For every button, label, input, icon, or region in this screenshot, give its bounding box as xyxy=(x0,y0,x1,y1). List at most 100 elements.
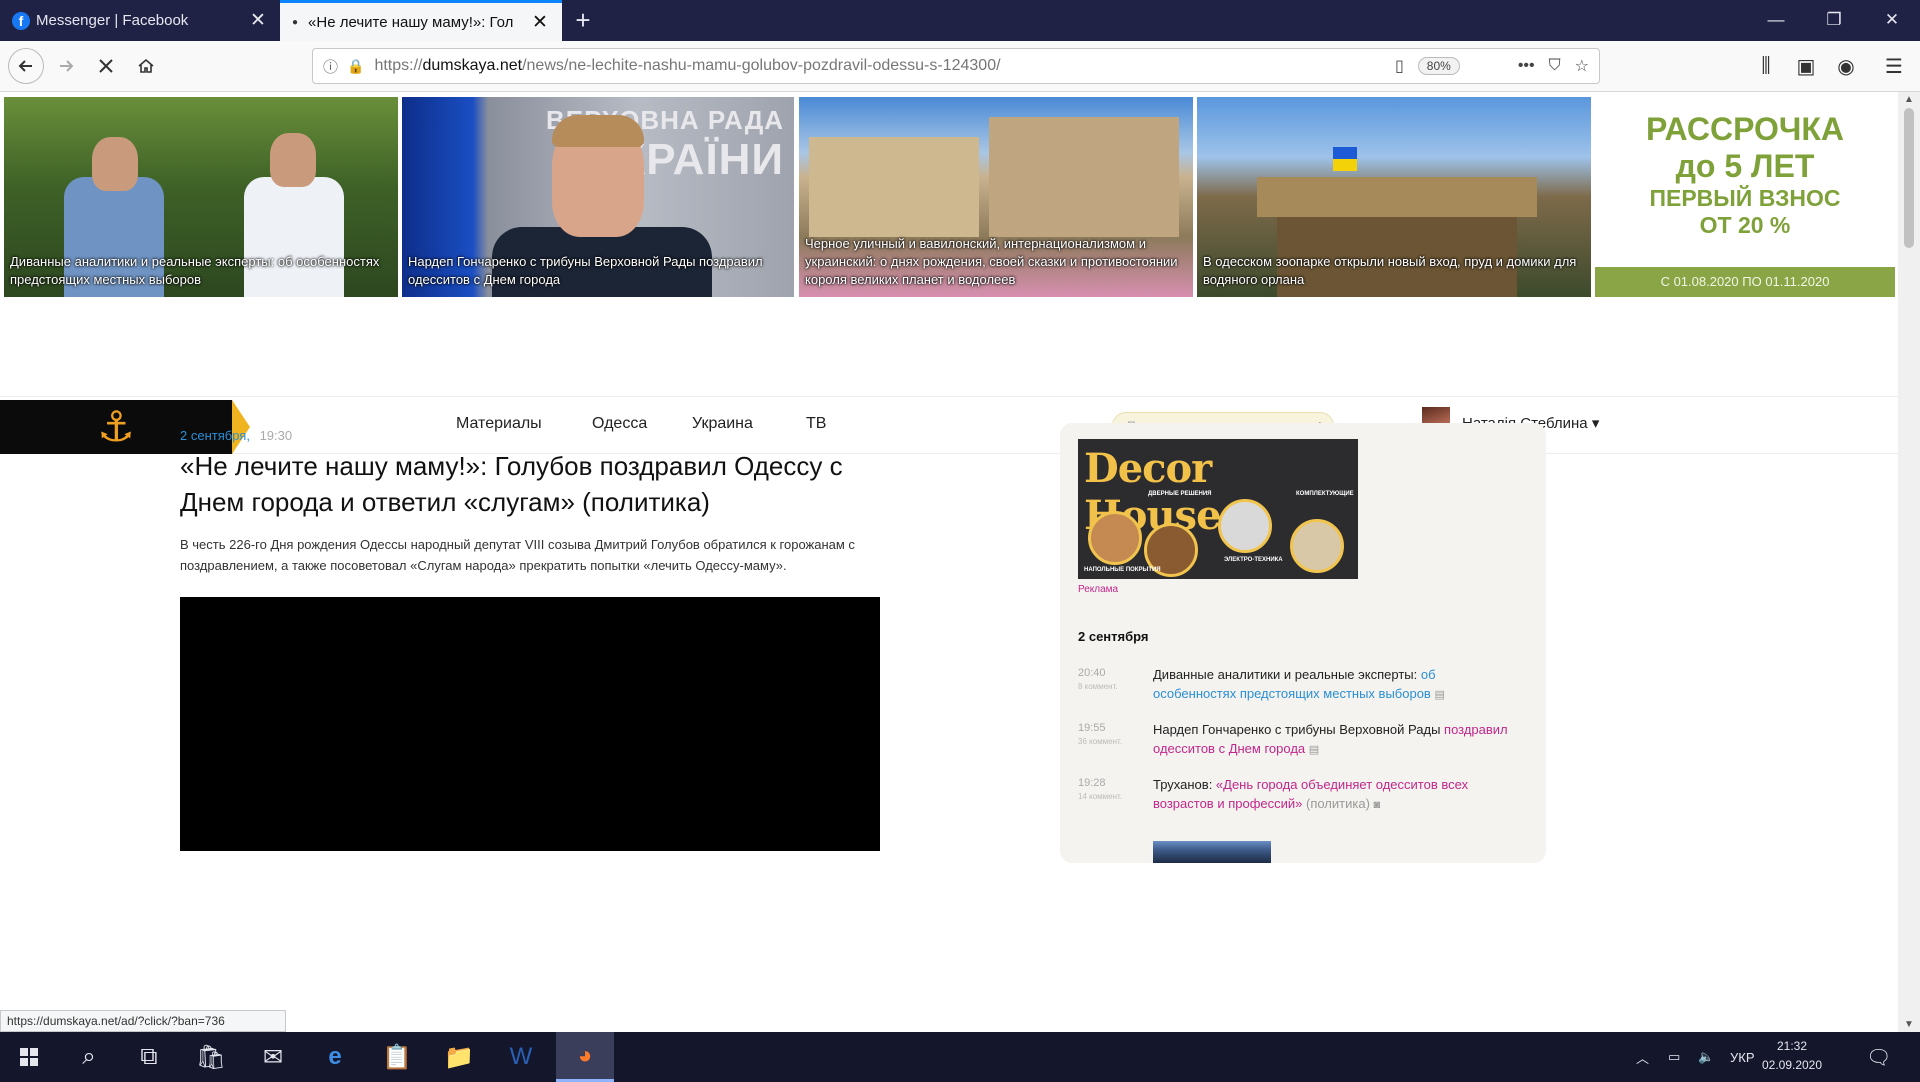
more-actions-icon[interactable]: ••• xyxy=(1518,57,1535,75)
minimize-button[interactable]: — xyxy=(1750,0,1802,41)
nav-item-ukraine[interactable]: Украина xyxy=(692,415,753,433)
lock-icon: 🔒 xyxy=(347,57,365,74)
tab-close-button[interactable]: ✕ xyxy=(248,9,268,32)
clock-time: 21:32 xyxy=(1776,1039,1808,1053)
notifications-icon[interactable]: 🗨 xyxy=(1866,1032,1891,1082)
word-button[interactable]: W xyxy=(492,1032,550,1082)
nav-item-materials[interactable]: Материалы xyxy=(456,415,542,433)
zoom-level[interactable]: 80% xyxy=(1417,57,1460,75)
nav-item-odesa[interactable]: Одесса xyxy=(592,415,647,433)
news-date-heading: 2 сентября xyxy=(1078,629,1149,644)
notes-button[interactable]: 📋 xyxy=(368,1032,426,1082)
clock-date: 02.09.2020 xyxy=(1761,1058,1823,1072)
installment-ad[interactable]: РАССРОЧКА до 5 ЛЕТ ПЕРВЫЙ ВЗНОС ОТ 20 % … xyxy=(1595,97,1895,297)
library-button[interactable]: ⫼ xyxy=(1748,48,1784,84)
news-time: 19:55 xyxy=(1078,722,1106,734)
news-thumbnail[interactable] xyxy=(1153,841,1271,863)
status-url: https://dumskaya.net/ad/?click/?ban=736 xyxy=(0,1010,286,1032)
logo-chevron xyxy=(232,400,250,454)
task-view-button[interactable]: ⧉ xyxy=(120,1032,178,1082)
edge-button[interactable]: e xyxy=(306,1032,364,1082)
news-comments: 14 коммент. xyxy=(1078,792,1123,801)
ad-label[interactable]: Реклама xyxy=(1078,584,1118,595)
article-date[interactable]: 2 сентября, xyxy=(180,428,250,443)
mail-button[interactable]: ✉ xyxy=(244,1032,302,1082)
tab-loading-icon: ● xyxy=(292,16,299,28)
menu-button[interactable]: ☰ xyxy=(1876,48,1912,84)
task-view-icon: ⧉ xyxy=(140,1043,158,1070)
banner-caption: Нардеп Гончаренко с трибуны Верховной Ра… xyxy=(408,254,763,287)
home-icon xyxy=(138,58,154,73)
news-banner-4[interactable]: В одесском зоопарке открыли новый вход, … xyxy=(1197,97,1591,297)
ad-date-strip: С 01.08.2020 ПО 01.11.2020 xyxy=(1595,267,1895,297)
back-button[interactable] xyxy=(8,48,44,84)
pocket-icon[interactable]: ⛉ xyxy=(1549,57,1561,75)
new-tab-button[interactable]: + xyxy=(568,6,598,36)
tab-strip: f Messenger | Facebook ✕ ● «Не лечите на… xyxy=(0,0,1920,41)
network-icon[interactable]: ▭ xyxy=(1668,1032,1680,1082)
notes-icon: 📋 xyxy=(382,1043,412,1071)
tab-article[interactable]: ● «Не лечите нашу маму!»: Гол ✕ xyxy=(280,0,562,41)
news-time: 20:40 xyxy=(1078,667,1106,679)
camera-icon: ◙ xyxy=(1373,799,1381,811)
word-icon: W xyxy=(509,1043,533,1070)
volume-icon[interactable]: 🔈 xyxy=(1698,1032,1714,1082)
article-title: «Не лечите нашу маму!»: Голубов поздрави… xyxy=(180,451,843,517)
sidebar-toggle-button[interactable]: ▣ xyxy=(1788,48,1824,84)
reader-view-icon[interactable]: ▯ xyxy=(1395,56,1404,76)
close-window-button[interactable]: ✕ xyxy=(1866,0,1918,41)
start-button[interactable] xyxy=(0,1032,58,1082)
account-icon: ◉ xyxy=(1837,55,1855,78)
banner-caption: Черное уличный и вавилонский, интернацио… xyxy=(805,236,1178,287)
nav-item-tv[interactable]: ТВ xyxy=(806,415,826,433)
home-button[interactable] xyxy=(128,48,164,84)
article-time: 19:30 xyxy=(259,428,293,443)
clock[interactable]: 21:32 02.09.2020 xyxy=(1756,1037,1828,1075)
news-time: 19:28 xyxy=(1078,777,1106,789)
sidebar-news: Decor House ДВЕРНЫЕ РЕШЕНИЯ КОМПЛЕКТУЮЩИ… xyxy=(1060,423,1546,863)
page-scrollbar[interactable]: ▲ ▼ xyxy=(1898,92,1920,1032)
tab-messenger[interactable]: f Messenger | Facebook ✕ xyxy=(0,0,280,41)
tab-close-button[interactable]: ✕ xyxy=(530,11,550,34)
banner-caption: В одесском зоопарке открыли новый вход, … xyxy=(1203,254,1577,287)
stop-button[interactable] xyxy=(88,48,124,84)
news-banner-2[interactable]: ВЕРХОВНА РАДА УКРАЇНИ Нардеп Гончаренко … xyxy=(402,97,794,297)
scrollbar-thumb[interactable] xyxy=(1904,108,1914,248)
maximize-button[interactable]: ❐ xyxy=(1808,0,1860,41)
decor-house-ad[interactable]: Decor House ДВЕРНЫЕ РЕШЕНИЯ КОМПЛЕКТУЮЩИ… xyxy=(1078,439,1358,579)
hamburger-icon: ☰ xyxy=(1885,55,1903,78)
firefox-icon: ◕ xyxy=(577,1041,593,1069)
store-button[interactable]: 🛍 xyxy=(182,1032,240,1082)
tab-title: «Не лечите нашу маму!»: Гол xyxy=(308,13,514,31)
forward-arrow-icon xyxy=(60,60,74,72)
article-meta: 2 сентября, 19:30 xyxy=(180,428,292,443)
account-button[interactable]: ◉ xyxy=(1828,48,1864,84)
facebook-icon: f xyxy=(12,11,30,30)
windows-icon xyxy=(20,1048,38,1066)
scroll-down-icon[interactable]: ▼ xyxy=(1898,1019,1920,1030)
firefox-button[interactable]: ◕ xyxy=(556,1032,614,1082)
explorer-button[interactable]: 📁 xyxy=(430,1032,488,1082)
search-icon: ⌕ xyxy=(82,1043,96,1070)
bookmark-star-icon[interactable]: ☆ xyxy=(1575,56,1589,76)
video-player[interactable] xyxy=(180,597,880,851)
forward-button[interactable] xyxy=(48,48,84,84)
news-banner-3[interactable]: Черное уличный и вавилонский, интернацио… xyxy=(799,97,1193,297)
tray-expand-icon[interactable]: ︿ xyxy=(1636,1032,1649,1082)
anchor-icon: ⚓ xyxy=(97,403,135,450)
edge-icon: e xyxy=(328,1043,342,1070)
site-navigation: ⚓ Материалы Одесса Украина ТВ Поиск ↵ На… xyxy=(0,396,1898,454)
folder-icon: 📁 xyxy=(444,1043,474,1071)
language-indicator[interactable]: УКР xyxy=(1730,1032,1755,1082)
mail-icon: ✉ xyxy=(262,1043,284,1071)
article-icon: ▤ xyxy=(1308,744,1320,756)
store-icon: 🛍 xyxy=(195,1043,227,1071)
article-lead: В честь 226-го Дня рождения Одессы народ… xyxy=(180,537,855,573)
article-icon: ▤ xyxy=(1434,689,1445,701)
address-bar[interactable]: ⓘ 🔒 https://dumskaya.net/news/ne-lechite… xyxy=(312,48,1600,84)
search-button[interactable]: ⌕ xyxy=(60,1032,118,1082)
scroll-up-icon[interactable]: ▲ xyxy=(1898,94,1920,105)
news-banner-1[interactable]: Диванные аналитики и реальные эксперты: … xyxy=(4,97,398,297)
stop-icon xyxy=(99,59,113,73)
news-comments: 36 коммент. xyxy=(1078,737,1123,746)
